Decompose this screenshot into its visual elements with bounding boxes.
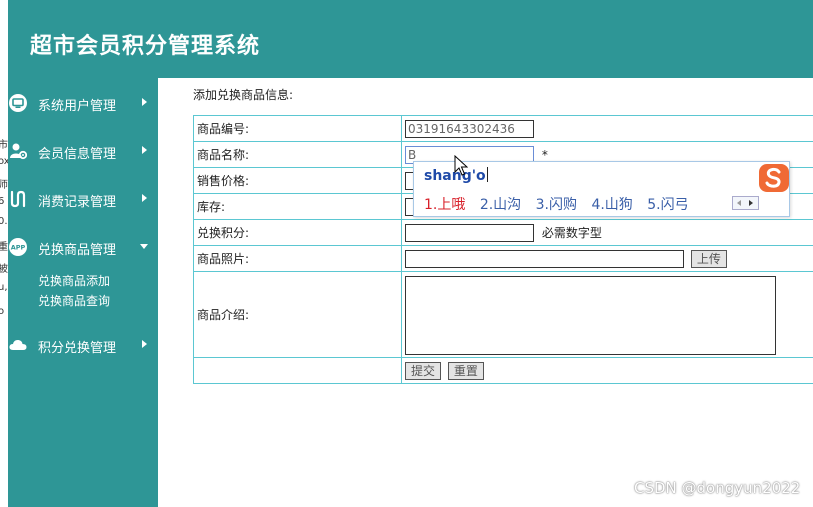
edge-text: o bbox=[0, 306, 5, 317]
ime-caret bbox=[486, 167, 488, 182]
monitor-icon bbox=[9, 94, 27, 112]
intro-textarea[interactable] bbox=[405, 275, 776, 355]
empty-cell bbox=[193, 357, 402, 384]
field-label: 销售价格: bbox=[193, 167, 402, 194]
sogou-logo-icon bbox=[759, 164, 789, 192]
chevron-right-icon[interactable] bbox=[749, 200, 753, 206]
edge-text: 重 bbox=[0, 242, 8, 253]
field-cell bbox=[401, 271, 813, 358]
background-window-edge: 市 ox 师 6 0. 重 被 u, o bbox=[0, 78, 8, 507]
photo-input[interactable] bbox=[405, 249, 684, 268]
points-input[interactable] bbox=[405, 223, 534, 242]
sidebar-item-consumption[interactable]: 消费记录管理 bbox=[8, 186, 158, 212]
ime-candidate-window: shang'o 1.上哦 2.山沟 3.闪购 4.山狗 5.闪弓 bbox=[413, 161, 790, 217]
edge-text: 师 bbox=[0, 180, 8, 191]
sidebar-item-label: 消费记录管理 bbox=[38, 195, 117, 210]
ime-page-nav[interactable] bbox=[732, 196, 759, 210]
field-cell: 上传 bbox=[401, 245, 813, 272]
field-label: 商品介绍: bbox=[193, 271, 402, 358]
chevron-right-icon bbox=[142, 194, 147, 202]
chevron-down-icon bbox=[140, 244, 148, 249]
sidebar-item-label: 积分兑换管理 bbox=[38, 341, 117, 356]
chevron-left-icon[interactable] bbox=[737, 200, 741, 206]
user-gear-icon bbox=[10, 143, 27, 160]
field-label: 商品照片: bbox=[193, 245, 402, 272]
points-note: 必需数字型 bbox=[541, 226, 602, 240]
sidebar-item-system-users[interactable]: 系统用户管理 bbox=[8, 90, 158, 116]
ime-candidate[interactable]: 4.山狗 bbox=[591, 197, 632, 213]
cloud-icon bbox=[9, 339, 27, 350]
sidebar: 系统用户管理 会员信息管理 消费记录管理 APP 兑换商品管理 兑换商品添加 兑… bbox=[8, 78, 158, 507]
goods-code-input[interactable]: 03191643302436 bbox=[405, 119, 534, 138]
sidebar-item-label: 系统用户管理 bbox=[38, 99, 117, 114]
reset-button[interactable]: 重置 bbox=[447, 361, 484, 380]
app-header: 超市会员积分管理系统 bbox=[8, 0, 813, 78]
chevron-right-icon bbox=[142, 98, 147, 106]
ime-candidate[interactable]: 1.上哦 bbox=[424, 197, 465, 213]
page-title: 添加兑换商品信息: bbox=[193, 88, 294, 102]
app-title: 超市会员积分管理系统 bbox=[30, 33, 261, 59]
sidebar-item-exchange-goods[interactable]: APP 兑换商品管理 bbox=[8, 234, 158, 260]
watermark: CSDN @dongyun2022 bbox=[634, 479, 801, 497]
field-label: 兑换积分: bbox=[193, 219, 402, 246]
field-label: 库存: bbox=[193, 193, 402, 220]
ime-candidate[interactable]: 3.闪购 bbox=[536, 197, 577, 213]
edge-text: 市 bbox=[0, 140, 8, 151]
ime-candidate-list: 1.上哦 2.山沟 3.闪购 4.山狗 5.闪弓 bbox=[424, 194, 699, 214]
edge-text: 被 bbox=[0, 264, 8, 275]
app-icon: APP bbox=[9, 238, 27, 256]
goods-form: 商品编号: 03191643302436 商品名称: B * 销售价格: 库存:… bbox=[193, 115, 813, 384]
edge-text: 6 bbox=[0, 196, 5, 207]
field-cell: 必需数字型 bbox=[401, 219, 813, 246]
required-mark: * bbox=[541, 147, 548, 162]
mouse-cursor-icon bbox=[454, 155, 468, 176]
edge-text: 0. bbox=[0, 216, 8, 227]
upload-button[interactable]: 上传 bbox=[690, 249, 727, 268]
sidebar-item-label: 会员信息管理 bbox=[38, 147, 117, 162]
edge-text: ox bbox=[0, 156, 8, 167]
sidebar-subitem-add-goods[interactable]: 兑换商品添加 bbox=[38, 272, 110, 289]
chevron-right-icon bbox=[142, 146, 147, 154]
button-cell: 提交 重置 bbox=[401, 357, 813, 384]
sidebar-item-label: 兑换商品管理 bbox=[38, 243, 117, 258]
submit-button[interactable]: 提交 bbox=[405, 361, 442, 380]
field-label: 商品名称: bbox=[193, 141, 402, 168]
flow-icon bbox=[10, 190, 26, 208]
field-cell: 03191643302436 bbox=[401, 115, 813, 142]
sidebar-subitem-query-goods[interactable]: 兑换商品查询 bbox=[38, 292, 110, 309]
ime-candidate[interactable]: 5.闪弓 bbox=[647, 197, 688, 213]
chevron-right-icon bbox=[142, 340, 147, 348]
edge-text: u, bbox=[0, 282, 8, 293]
svg-text:APP: APP bbox=[11, 244, 26, 252]
field-label: 商品编号: bbox=[193, 115, 402, 142]
sidebar-item-member-info[interactable]: 会员信息管理 bbox=[8, 138, 158, 164]
ime-candidate[interactable]: 2.山沟 bbox=[480, 197, 521, 213]
sidebar-item-points-exchange[interactable]: 积分兑换管理 bbox=[8, 332, 158, 358]
